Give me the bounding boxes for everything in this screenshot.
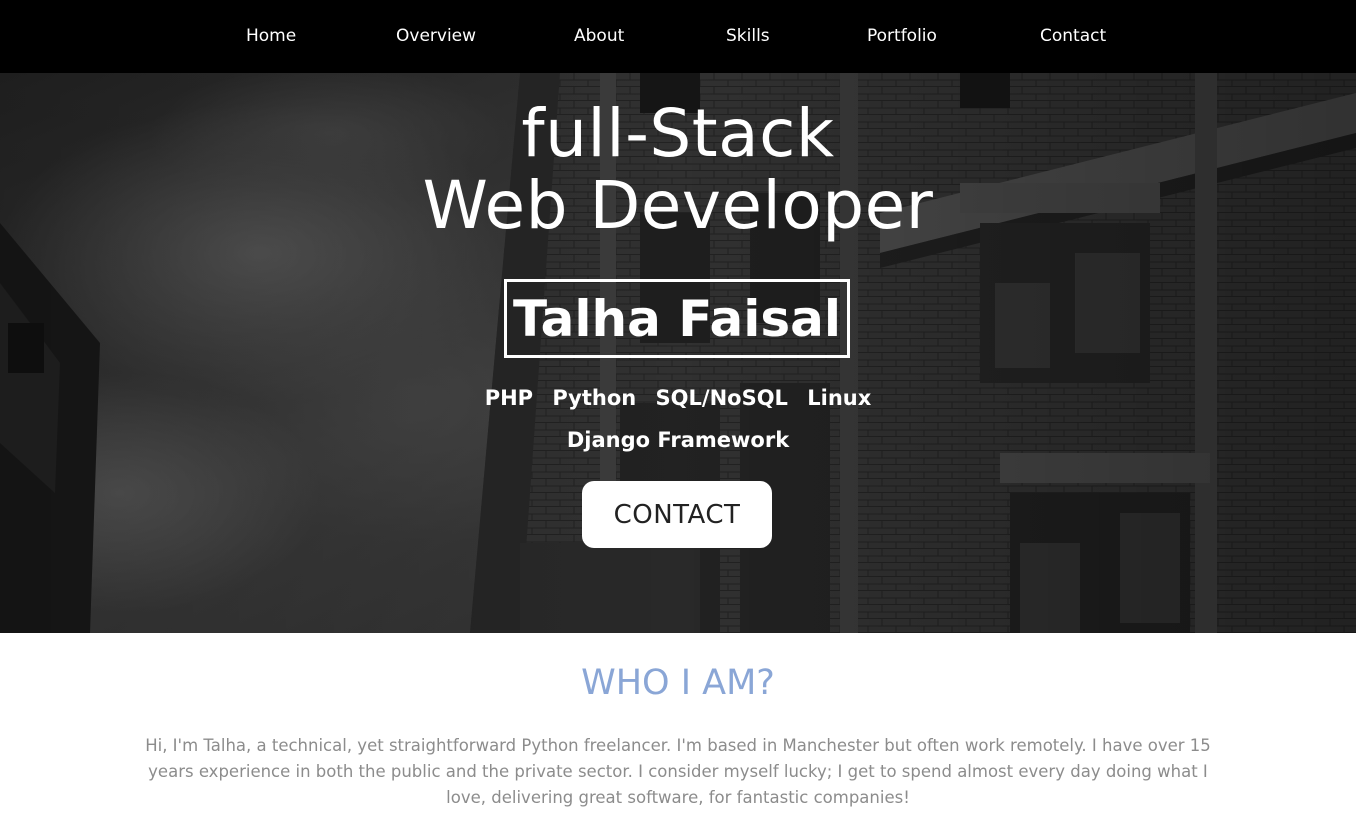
nav-link-about[interactable]: About: [574, 24, 624, 48]
skill-django: Django Framework: [566, 428, 790, 452]
skill-php: PHP: [484, 386, 534, 410]
skill-linux: Linux: [807, 386, 872, 410]
nav-link-portfolio[interactable]: Portfolio: [867, 24, 937, 48]
hero-section: full-Stack Web Developer Talha Faisal PH…: [0, 73, 1356, 633]
nav-link-skills[interactable]: Skills: [726, 24, 770, 48]
hero-title: full-Stack Web Developer: [0, 98, 1356, 242]
name-frame: Talha Faisal: [504, 279, 850, 358]
about-heading: WHO I AM?: [581, 663, 775, 703]
nav-link-contact[interactable]: Contact: [1040, 24, 1106, 48]
contact-button[interactable]: CONTACT: [582, 481, 772, 548]
nav-link-home[interactable]: Home: [246, 24, 296, 48]
developer-name: Talha Faisal: [512, 290, 842, 348]
about-paragraph: Hi, I'm Talha, a technical, yet straight…: [145, 736, 1211, 807]
hero-title-line-2: Web Developer: [422, 167, 934, 244]
skills-list: PHP Python SQL/NoSQL Linux Django Framew…: [400, 377, 956, 461]
top-navbar: Home Overview About Skills Portfolio Con…: [0, 0, 1356, 73]
skill-sql-nosql: SQL/NoSQL: [655, 386, 788, 410]
hero-title-line-1: full-Stack: [521, 95, 835, 172]
skill-python: Python: [552, 386, 637, 410]
nav-link-overview[interactable]: Overview: [396, 24, 476, 48]
